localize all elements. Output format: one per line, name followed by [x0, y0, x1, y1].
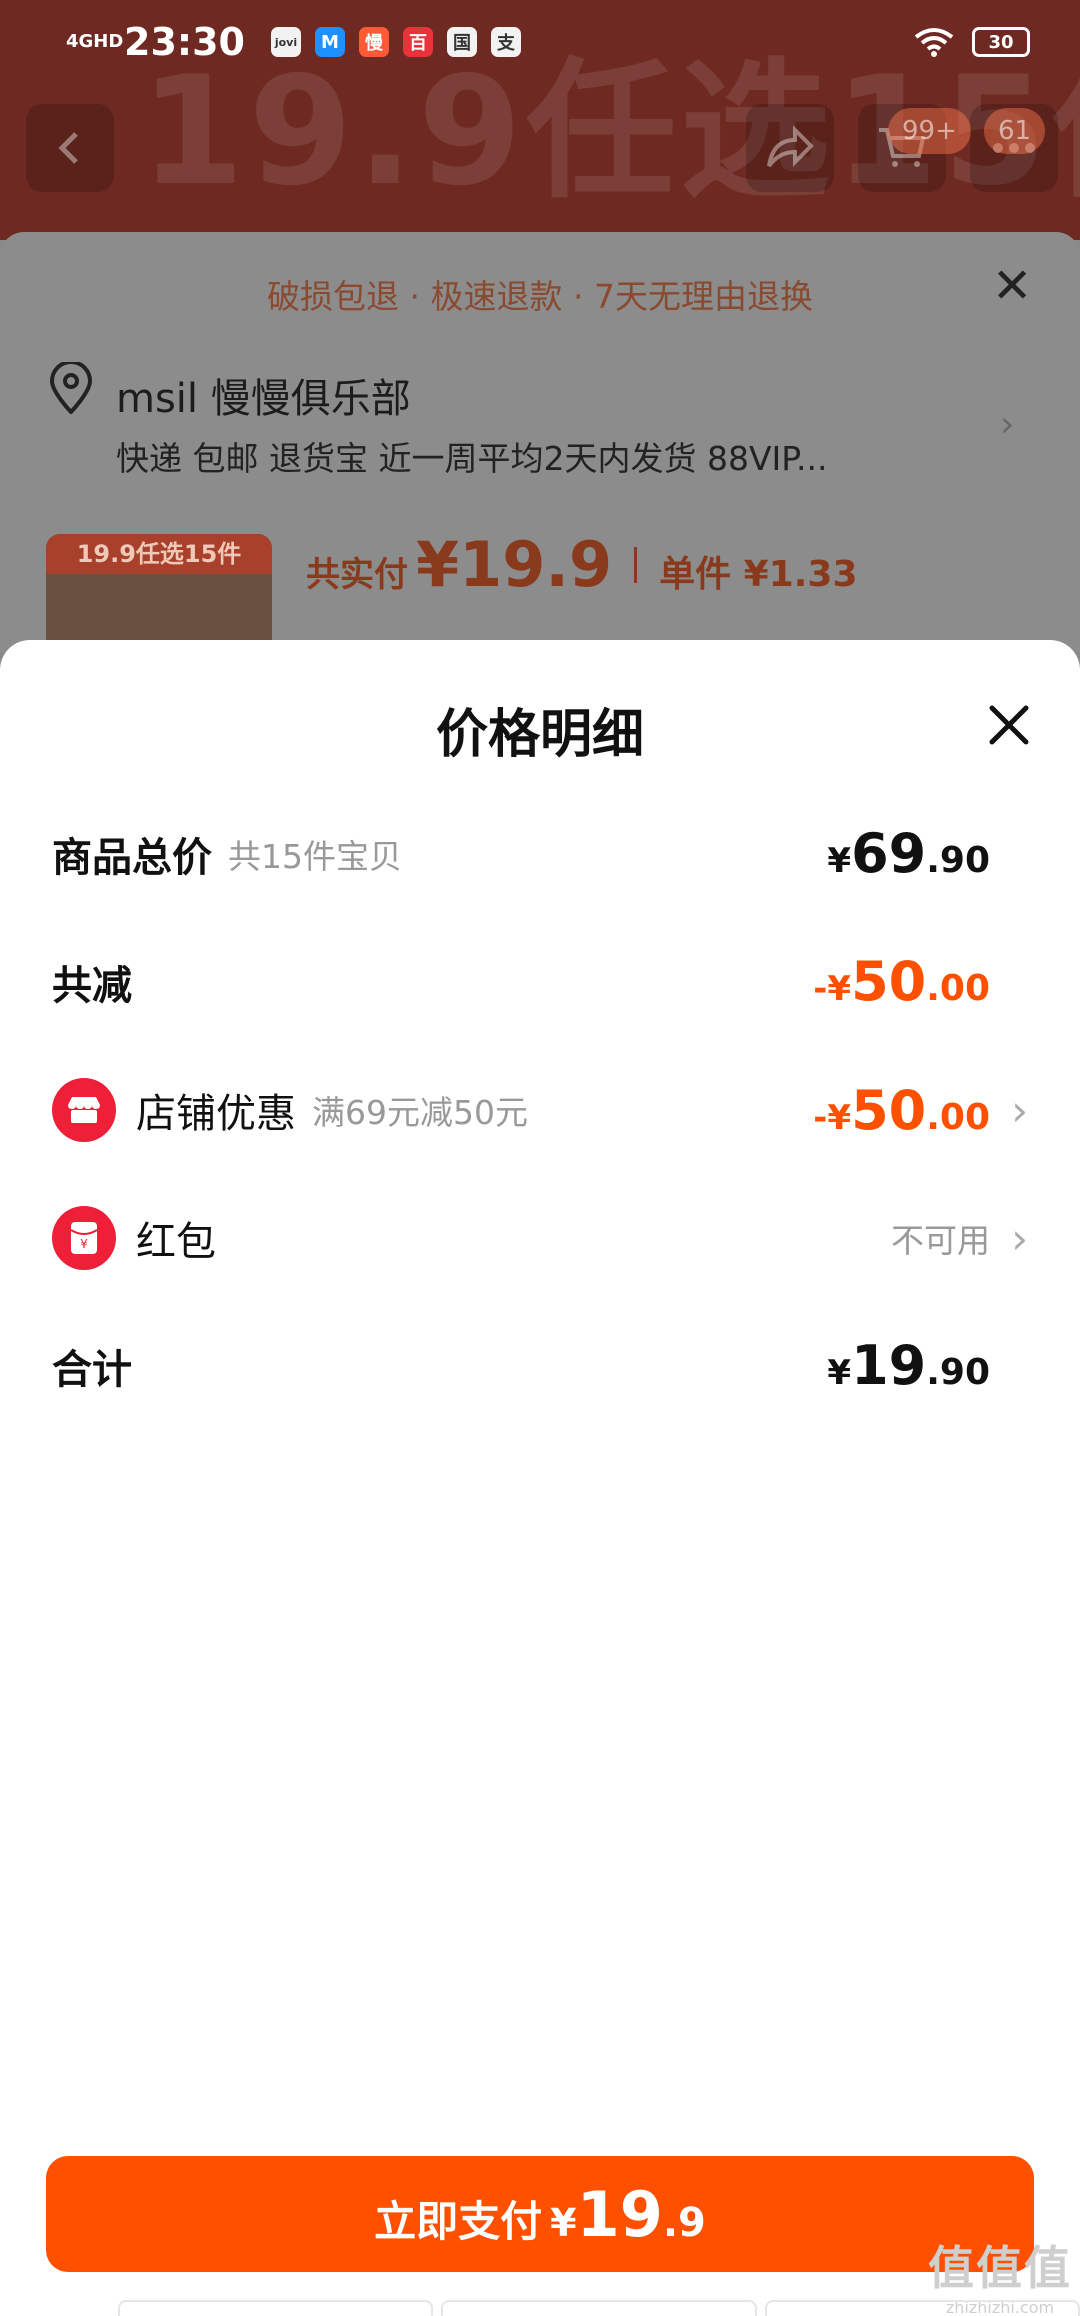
- red-packet-status-wrap: 不可用: [891, 1214, 1028, 1262]
- items-total-price: ¥ 69 .90: [827, 822, 1028, 885]
- paid-amount: ¥19.9: [416, 528, 613, 601]
- service-guarantee: 破损包退 · 极速退款 · 7天无理由退换: [267, 277, 813, 316]
- divider: [634, 546, 638, 583]
- shop-icon: [52, 1078, 116, 1142]
- price-integer: 50: [851, 950, 927, 1013]
- bottom-tab-edges: [118, 2300, 1080, 2316]
- items-total-label: 商品总价: [52, 834, 212, 881]
- red-packet-status: 不可用: [891, 1221, 990, 1260]
- shop-name: msil 慢慢俱乐部: [116, 376, 411, 422]
- modal-title: 价格明细: [435, 705, 644, 765]
- app-notification-icon: 国: [446, 27, 477, 57]
- shop-discount-rule: 满69元减50元: [312, 1093, 528, 1132]
- items-count: 共15件宝贝: [228, 836, 402, 876]
- price-decimal: .00: [926, 1096, 990, 1138]
- paid-label: 共实付: [306, 555, 408, 595]
- paid-summary: 共实付 ¥19.9 单件 ¥1.33: [306, 528, 858, 601]
- status-bar: 4GHD 23:30 jovi M 慢 百 国 支 30: [0, 0, 1080, 84]
- tab-edge: [441, 2300, 757, 2316]
- currency-symbol: -¥: [813, 1097, 852, 1138]
- items-total-row: 商品总价 共15件宝贝 ¥ 69 .90: [52, 822, 1028, 885]
- notification-icons: jovi M 慢 百 国 支: [270, 27, 521, 57]
- grand-total-price: ¥ 19 .90: [827, 1334, 1028, 1397]
- pay-amount-decimal: .9: [662, 2200, 706, 2246]
- discount-total-label: 共减: [52, 962, 132, 1009]
- tab-edge: [764, 2300, 1080, 2316]
- cart-count-badge: 99+: [888, 108, 971, 154]
- red-packet-icon: ¥: [52, 1206, 116, 1270]
- chevron-left-icon: [58, 132, 78, 164]
- app-notification-icon: 百: [402, 27, 433, 57]
- price-detail-modal: 价格明细 商品总价 共15件宝贝 ¥ 69 .90 共减 -¥ 50 .00 店…: [0, 640, 1080, 2316]
- svg-text:¥: ¥: [80, 1237, 88, 1251]
- watermark-glyph: 值值值: [928, 2241, 1072, 2295]
- chevron-right-icon: ›: [1011, 1213, 1028, 1263]
- price-value: -¥ 50 .00: [813, 950, 990, 1013]
- grand-total-label: 合计: [52, 1346, 132, 1393]
- message-count-badge: 61: [984, 108, 1046, 154]
- battery-icon: 30: [972, 27, 1030, 57]
- shop-discount-row[interactable]: 店铺优惠 满69元减50元 -¥ 50 .00 ›: [52, 1078, 1028, 1142]
- discount-total-row: 共减 -¥ 50 .00: [52, 950, 1028, 1013]
- pay-amount-integer: 19: [576, 2178, 663, 2251]
- grand-total-row: 合计 ¥ 19 .90: [52, 1334, 1028, 1397]
- network-indicator: 4GHD: [66, 31, 124, 52]
- sku-sheet-close-icon[interactable]: ✕: [992, 258, 1032, 314]
- currency-symbol: ¥: [550, 2201, 577, 2245]
- share-button[interactable]: [746, 104, 834, 192]
- pay-label: 立即支付: [374, 2197, 543, 2246]
- chevron-right-icon: ›: [1011, 1085, 1028, 1135]
- shop-discount-price: -¥ 50 .00: [813, 1079, 1028, 1142]
- price-value: ¥ 19 .90: [827, 1334, 990, 1397]
- red-packet-label: 红包: [136, 1219, 216, 1265]
- currency-symbol: -¥: [813, 969, 852, 1009]
- status-time: 23:30: [124, 20, 245, 64]
- tab-edge: [118, 2300, 434, 2316]
- app-notification-icon: jovi: [270, 27, 301, 57]
- back-button[interactable]: [26, 104, 114, 192]
- shop-discount-label: 店铺优惠: [136, 1091, 296, 1137]
- price-value: ¥ 69 .90: [827, 822, 990, 885]
- wifi-icon: [914, 28, 954, 57]
- price-decimal: .90: [926, 840, 990, 881]
- app-notification-icon: M: [314, 27, 345, 57]
- unit-price: 单件 ¥1.33: [659, 554, 858, 595]
- price-integer: 19: [851, 1334, 927, 1397]
- price-integer: 50: [851, 1078, 927, 1142]
- chevron-right-icon[interactable]: ›: [1000, 404, 1014, 445]
- pay-now-button[interactable]: 立即支付 ¥ 19 .9: [46, 2156, 1034, 2272]
- shipping-info: 快递 包邮 退货宝 近一周平均2天内发货 88VIP...: [116, 439, 828, 478]
- currency-symbol: ¥: [827, 1353, 852, 1393]
- discount-total-price: -¥ 50 .00: [813, 950, 1028, 1013]
- app-notification-icon: 慢: [358, 27, 389, 57]
- share-icon: [767, 126, 814, 168]
- price-decimal: .00: [926, 968, 990, 1009]
- price-value: -¥ 50 .00: [813, 1079, 990, 1142]
- location-icon: [49, 362, 93, 414]
- app-notification-icon: 支: [490, 27, 521, 57]
- price-decimal: .90: [926, 1352, 990, 1393]
- status-right: 30: [914, 27, 1030, 57]
- currency-symbol: ¥: [827, 841, 852, 881]
- close-icon[interactable]: [986, 702, 1032, 748]
- thumbnail-label: 19.9任选15件: [46, 534, 272, 574]
- price-integer: 69: [851, 822, 927, 885]
- red-packet-row[interactable]: ¥ 红包 不可用 ›: [52, 1206, 1028, 1270]
